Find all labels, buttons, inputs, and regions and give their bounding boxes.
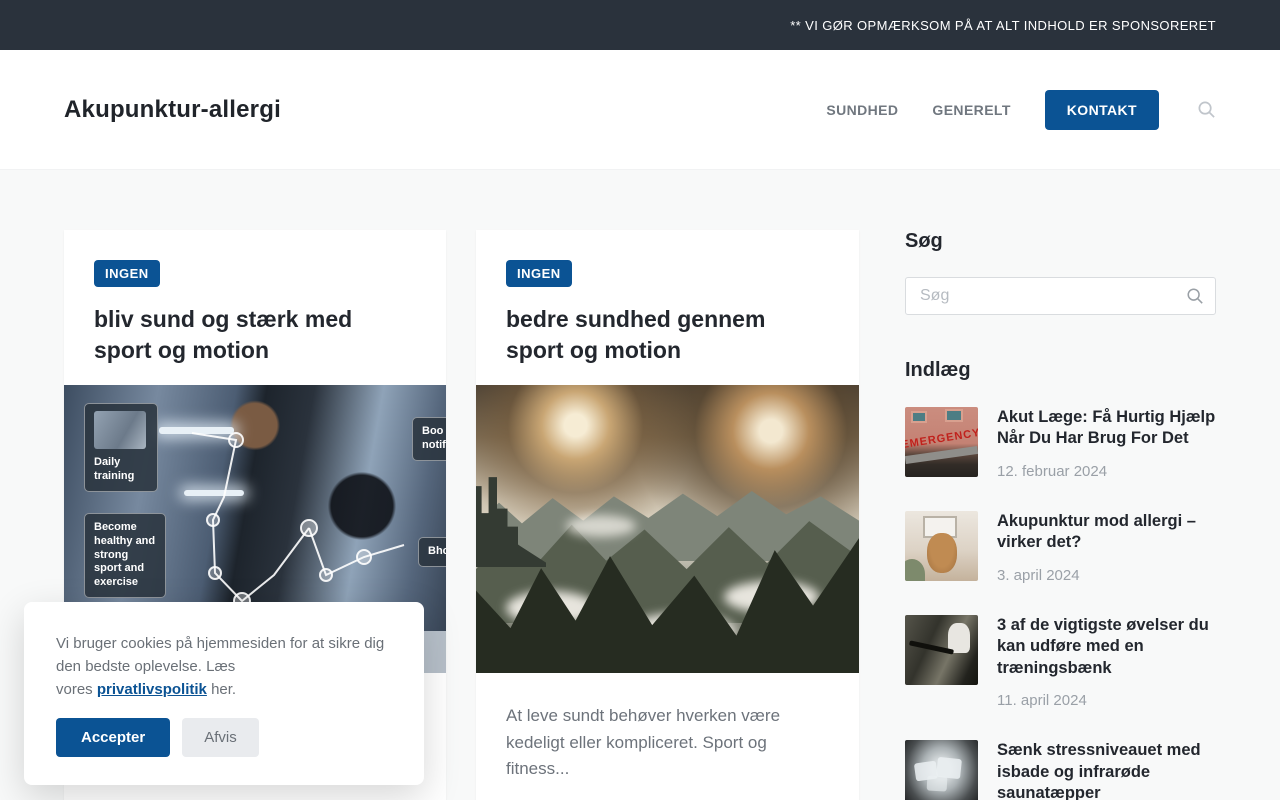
cloud — [566, 515, 636, 538]
post-thumbnail-emergency: EMERGENCY — [905, 407, 978, 477]
overlay-daily-training: Daily training — [84, 403, 158, 492]
nav-item-generelt[interactable]: GENERELT — [932, 102, 1010, 118]
post-card-2: INGEN bedre sundhed gennem sport og moti… — [476, 230, 859, 800]
overlay-become-healthy: Become healthy and strong sport and exer… — [84, 513, 166, 598]
main-nav: SUNDHED GENERELT KONTAKT — [826, 89, 1216, 130]
accept-cookies-button[interactable]: Accepter — [56, 718, 171, 758]
sidebar: Søg Indlæg EMERGENCY — [905, 230, 1216, 800]
list-item[interactable]: 3 af de vigtigste øvelser du kan udføre … — [905, 614, 1216, 710]
cookie-buttons: Accepter Afvis — [56, 718, 392, 758]
post-image-landscape[interactable] — [476, 385, 859, 674]
sidebar-post-title[interactable]: 3 af de vigtigste øvelser du kan udføre … — [997, 615, 1216, 679]
recent-posts-widget: Indlæg EMERGENCY Akut Læge: Få Hurtig Hj… — [905, 359, 1216, 800]
post-title[interactable]: bliv sund og stærk med sport og motion — [94, 304, 416, 365]
overlay-thumb — [94, 411, 146, 450]
post-excerpt: At leve sundt behøver hverken være kedel… — [506, 706, 781, 778]
sidebar-post-date: 12. februar 2024 — [997, 462, 1108, 480]
post-thumbnail-ice — [905, 740, 978, 800]
list-item[interactable]: Sænk stressniveauet med isbade og infrar… — [905, 740, 1216, 800]
overlay-bho: Bho — [418, 537, 446, 567]
list-item[interactable]: Akupunktur mod allergi – virker det? 3. … — [905, 510, 1216, 584]
cookie-consent-dialog: Vi bruger cookies på hjemmesiden for at … — [24, 602, 424, 786]
recent-posts-list: EMERGENCY Akut Læge: Få Hurtig Hjælp Når… — [905, 407, 1216, 800]
overlay-boo: Boo notifi — [412, 417, 446, 461]
site-header: Akupunktur-allergi SUNDHED GENERELT KONT… — [0, 50, 1280, 170]
sidebar-post-date: 11. april 2024 — [997, 692, 1087, 710]
sidebar-post-title[interactable]: Sænk stressniveauet med isbade og infrar… — [997, 740, 1216, 800]
posts-widget-heading: Indlæg — [905, 359, 971, 381]
list-item[interactable]: EMERGENCY Akut Læge: Få Hurtig Hjælp Når… — [905, 407, 1216, 480]
category-badge[interactable]: INGEN — [94, 260, 160, 287]
sponsored-banner: ** VI GØR OPMÆRKSOM PÅ AT ALT INDHOLD ER… — [0, 0, 1280, 50]
cookie-message: Vi bruger cookies på hjemmesiden for at … — [56, 635, 385, 698]
header-search-icon[interactable] — [1197, 100, 1216, 119]
sidebar-post-date: 3. april 2024 — [997, 566, 1080, 584]
sidebar-search-input[interactable] — [905, 277, 1216, 315]
sidebar-post-title[interactable]: Akut Læge: Få Hurtig Hjælp Når Du Har Br… — [997, 407, 1216, 450]
sponsored-banner-text: ** VI GØR OPMÆRKSOM PÅ AT ALT INDHOLD ER… — [790, 17, 1216, 33]
sidebar-search-form — [905, 277, 1216, 315]
post-thumbnail-bench — [905, 614, 978, 685]
search-widget-heading: Søg — [905, 230, 943, 252]
nav-item-sundhed[interactable]: SUNDHED — [826, 102, 898, 118]
post-thumbnail-woman — [905, 510, 978, 581]
privacy-policy-link[interactable]: privatlivspolitik — [97, 681, 207, 698]
site-logo[interactable]: Akupunktur-allergi — [64, 96, 281, 124]
sidebar-search-submit[interactable] — [1186, 287, 1204, 305]
category-badge[interactable]: INGEN — [506, 260, 572, 287]
nav-item-kontakt-button[interactable]: KONTAKT — [1044, 89, 1159, 130]
post-title[interactable]: bedre sundhed gennem sport og motion — [506, 304, 829, 365]
decline-cookies-button[interactable]: Afvis — [182, 718, 259, 758]
sidebar-post-title[interactable]: Akupunktur mod allergi – virker det? — [997, 511, 1216, 554]
